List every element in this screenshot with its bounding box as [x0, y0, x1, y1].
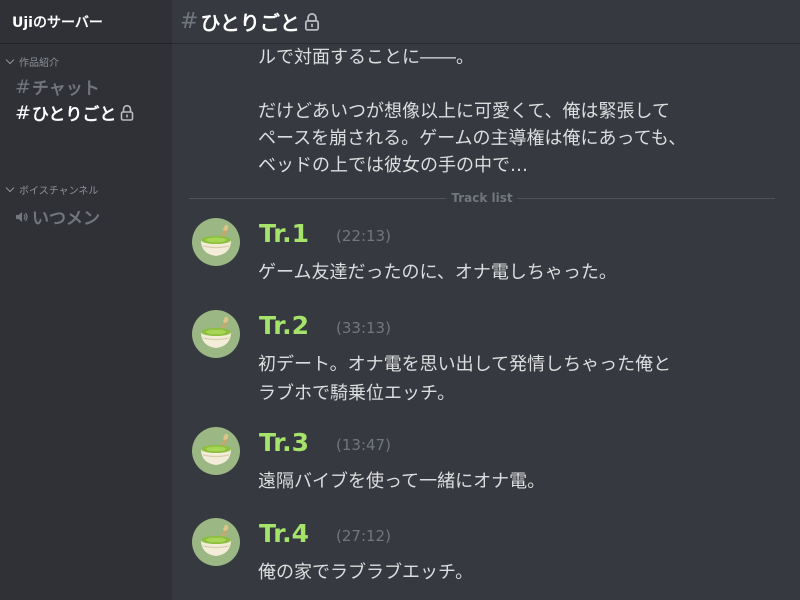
avatar[interactable] — [192, 427, 240, 475]
sidebar-item-label: ひとりごと — [31, 105, 117, 125]
track-description: 俺の家でラブラブエッチ。 — [258, 562, 474, 583]
channel-header: # ひとりごと — [172, 0, 800, 44]
lock-icon — [304, 12, 320, 31]
server-name[interactable]: Ujiのサーバー — [0, 0, 172, 44]
avatar[interactable] — [192, 310, 240, 358]
track-duration: (22:13) — [336, 227, 391, 245]
sidebar-item-label: チャット — [31, 79, 100, 99]
track-duration: (33:13) — [336, 319, 391, 337]
track-title: Tr.3 — [259, 428, 309, 457]
category-voice[interactable]: ボイスチャンネル — [5, 182, 98, 197]
track-duration: (27:12) — [336, 527, 391, 545]
avatar[interactable] — [192, 518, 240, 566]
track-description: ゲーム友達だったのに、オナ電しちゃった。 — [258, 262, 617, 283]
app-window: Ujiのサーバー 作品紹介 # チャット # ひとりごと ボイスチャンネル いつ… — [0, 0, 800, 600]
matcha-bowl-icon — [201, 316, 231, 348]
message-area: # ひとりごと ルで対面することに――。 だけどあいつが想像以上に可愛くて、俺は… — [172, 0, 800, 600]
channel-description: ルで対面することに――。 だけどあいつが想像以上に可愛くて、俺は緊張して ペース… — [258, 44, 788, 179]
lock-icon — [120, 104, 134, 121]
chevron-down-icon — [5, 55, 15, 65]
chevron-down-icon — [5, 183, 15, 193]
category-works[interactable]: 作品紹介 — [5, 54, 59, 69]
track-description: 遠隔バイブを使って一緒にオナ電。 — [258, 471, 546, 492]
matcha-bowl-icon — [201, 224, 231, 256]
track-list-divider: Track list — [189, 190, 775, 206]
track-duration: (13:47) — [336, 436, 391, 454]
category-label: ボイスチャンネル — [19, 186, 99, 197]
track-title: Tr.1 — [259, 219, 309, 248]
description-paragraph: だけどあいつが想像以上に可愛くて、俺は緊張して ペースを崩される。ゲームの主導権… — [258, 101, 687, 176]
track-description: 初デート。オナ電を思い出して発情しちゃった俺と ラブホで騎乗位エッチ。 — [258, 354, 672, 404]
sidebar-item-hitorigoto[interactable]: # ひとりごと — [15, 100, 134, 125]
category-label: 作品紹介 — [19, 58, 59, 69]
speaker-icon — [15, 210, 29, 224]
track-title: Tr.2 — [259, 311, 309, 340]
matcha-bowl-icon — [201, 524, 231, 556]
track-title: Tr.4 — [259, 519, 309, 548]
matcha-bowl-icon — [201, 433, 231, 465]
divider-label: Track list — [446, 190, 518, 206]
hash-icon: # — [15, 75, 31, 98]
avatar[interactable] — [192, 218, 240, 266]
hash-icon: # — [15, 101, 31, 124]
sidebar-item-itsumen[interactable]: いつメン — [15, 204, 100, 229]
page-title: ひとりごと — [200, 11, 300, 35]
sidebar-item-label: いつメン — [32, 209, 100, 229]
channel-sidebar: Ujiのサーバー 作品紹介 # チャット # ひとりごと ボイスチャンネル いつ… — [0, 0, 172, 600]
hash-icon: # — [180, 9, 199, 34]
sidebar-item-chat[interactable]: # チャット — [15, 74, 100, 100]
description-line: ルで対面することに――。 — [258, 47, 474, 68]
